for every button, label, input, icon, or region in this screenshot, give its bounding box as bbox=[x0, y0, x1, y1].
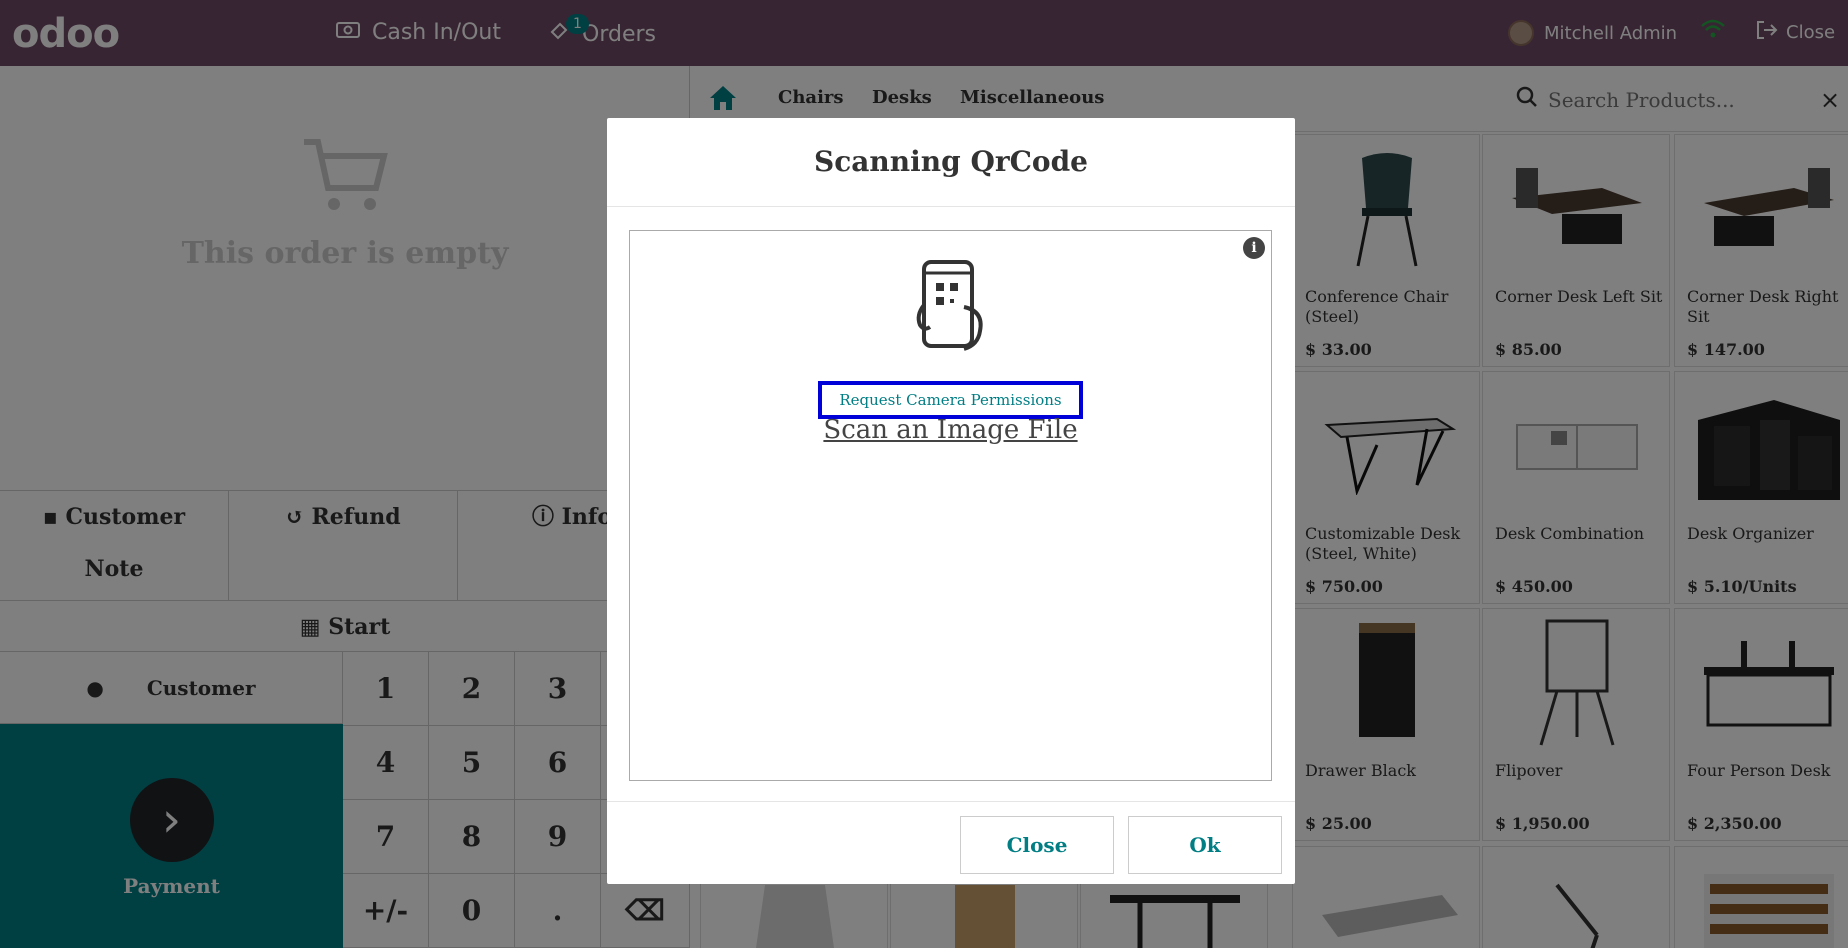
info-icon[interactable]: i bbox=[1243, 237, 1265, 259]
scan-image-file-link[interactable]: Scan an Image File bbox=[630, 413, 1271, 447]
dialog-title: Scanning QrCode bbox=[814, 145, 1088, 178]
close-button[interactable]: Close bbox=[960, 816, 1114, 874]
scan-image-file-label[interactable]: Scan an Image File bbox=[823, 415, 1077, 445]
divider bbox=[607, 206, 1295, 207]
ok-button[interactable]: Ok bbox=[1128, 816, 1282, 874]
scanner-area: i Request Camera Permissions Scan an Ima… bbox=[629, 230, 1272, 781]
phone-qr-icon bbox=[912, 259, 988, 355]
divider bbox=[607, 801, 1295, 802]
scan-qrcode-dialog: Scanning QrCode i Request Camera Permiss… bbox=[607, 118, 1295, 884]
